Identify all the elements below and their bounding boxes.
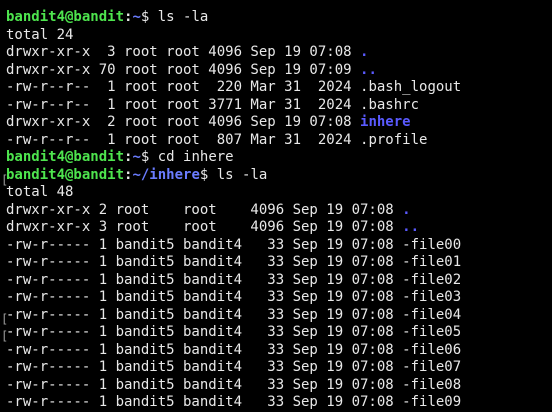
listing-name: ..	[360, 61, 377, 78]
listing-row: -rw-r--r-- 1 root root 220 Mar 31 2024 .…	[6, 79, 552, 97]
listing-meta: -rw-r--r-- 1 root root 3771 Mar 31 2024	[6, 96, 361, 113]
prompt-user-host: bandit4@bandit	[6, 9, 125, 25]
listing-meta: -rw-r----- 1 bandit5 bandit4 33 Sep 19 0…	[6, 271, 403, 288]
prompt-user-host: bandit4@bandit	[6, 149, 125, 165]
listing-meta: drwxr-xr-x 3 root root 4096 Sep 19 07:08	[6, 44, 361, 60]
listing-name: -file05	[402, 324, 462, 340]
listing-name: inhere	[360, 114, 411, 130]
prompt-line: bandit4@bandit:~/inhere$ ls -la	[6, 167, 552, 185]
listing-meta: -rw-r----- 1 bandit5 bandit4 33 Sep 19 0…	[6, 306, 403, 323]
listing-row: -rw-r----- 1 bandit5 bandit4 33 Sep 19 0…	[6, 289, 552, 307]
listing-row: -rw-r--r-- 1 root root 3771 Mar 31 2024 …	[6, 97, 552, 115]
total-line: total 24	[6, 26, 74, 43]
listing-name: .profile	[360, 131, 428, 148]
listing-meta: drwxr-xr-x 2 root root 4096 Sep 19 07:08	[6, 201, 403, 218]
command-text: ls -la	[157, 9, 209, 25]
listing-name: ..	[402, 219, 420, 235]
total-line: total 48	[6, 184, 74, 200]
listing-row: -rw-r----- 1 bandit5 bandit4 33 Sep 19 0…	[6, 237, 552, 255]
listing-meta: -rw-r----- 1 bandit5 bandit4 33 Sep 19 0…	[6, 341, 403, 358]
listing-meta: -rw-r----- 1 bandit5 bandit4 33 Sep 19 0…	[6, 289, 403, 305]
listing-meta: -rw-r----- 1 bandit5 bandit4 33 Sep 19 0…	[6, 324, 403, 340]
listing-row: -rw-r----- 1 bandit5 bandit4 33 Sep 19 0…	[6, 359, 552, 377]
listing-meta: -rw-r----- 1 bandit5 bandit4 33 Sep 19 0…	[6, 376, 403, 393]
listing-name: -file08	[402, 376, 462, 393]
listing-name: -file00	[402, 236, 462, 253]
listing-row: -rw-r----- 1 bandit5 bandit4 33 Sep 19 0…	[6, 307, 552, 325]
listing-row: -rw-r----- 1 bandit5 bandit4 33 Sep 19 0…	[6, 254, 552, 272]
listing-meta: -rw-r----- 1 bandit5 bandit4 33 Sep 19 0…	[6, 394, 403, 410]
listing-meta: drwxr-xr-x 70 root root 4096 Sep 19 07:0…	[6, 61, 361, 78]
listing-row: drwxr-xr-x 3 root root 4096 Sep 19 07:08…	[6, 219, 552, 237]
listing-name: .	[360, 44, 369, 60]
prompt-line: bandit4@bandit:~$ ls -la	[6, 9, 552, 27]
listing-row: -rw-r----- 1 bandit5 bandit4 33 Sep 19 0…	[6, 394, 552, 412]
listing-meta: -rw-r----- 1 bandit5 bandit4 33 Sep 19 0…	[6, 254, 403, 270]
listing-meta: -rw-r--r-- 1 root root 807 Mar 31 2024	[6, 131, 361, 148]
prompt-path: ~	[132, 9, 141, 25]
listing-name: .bashrc	[360, 96, 420, 113]
prompt-dollar: $	[140, 149, 158, 165]
listing-name: -file06	[402, 341, 462, 358]
listing-name: -file07	[402, 359, 462, 375]
prompt-path: ~	[132, 149, 141, 165]
command-text: cd inhere	[157, 149, 234, 165]
listing-row: -rw-r----- 1 bandit5 bandit4 33 Sep 19 0…	[6, 377, 552, 395]
listing-meta: -rw-r--r-- 1 root root 220 Mar 31 2024	[6, 79, 361, 95]
line-marker-icon: [	[1, 173, 9, 187]
listing-row: drwxr-xr-x 2 root root 4096 Sep 19 07:08…	[6, 114, 552, 132]
line-marker-icon: [	[1, 329, 9, 343]
listing-meta: -rw-r----- 1 bandit5 bandit4 33 Sep 19 0…	[6, 359, 403, 375]
listing-name: -file02	[402, 271, 462, 288]
prompt-dollar: $	[199, 166, 217, 183]
listing-name: .	[402, 201, 411, 218]
terminal-window[interactable]: bandit4@bandit:~$ ls -la total 24 drwxr-…	[0, 0, 552, 412]
listing-name: -file01	[402, 254, 462, 270]
listing-name: -file03	[402, 289, 462, 305]
listing-row: -rw-r----- 1 bandit5 bandit4 33 Sep 19 0…	[6, 324, 552, 342]
listing-name: .bash_logout	[360, 79, 462, 95]
listing-row: drwxr-xr-x 2 root root 4096 Sep 19 07:08…	[6, 202, 552, 220]
listing-row: drwxr-xr-x 3 root root 4096 Sep 19 07:08…	[6, 44, 552, 62]
listing-meta: drwxr-xr-x 3 root root 4096 Sep 19 07:08	[6, 219, 403, 235]
listing-meta: drwxr-xr-x 2 root root 4096 Sep 19 07:08	[6, 114, 361, 130]
listing-row: -rw-r----- 1 bandit5 bandit4 33 Sep 19 0…	[6, 342, 552, 360]
command-text: ls -la	[216, 166, 268, 183]
listing-meta: -rw-r----- 1 bandit5 bandit4 33 Sep 19 0…	[6, 236, 403, 253]
listing-row: -rw-r--r-- 1 root root 807 Mar 31 2024 .…	[6, 132, 552, 150]
line-marker-icon: [	[1, 312, 9, 326]
prompt-dollar: $	[140, 9, 158, 25]
listing-row: drwxr-xr-x 70 root root 4096 Sep 19 07:0…	[6, 62, 552, 80]
listing-row: -rw-r----- 1 bandit5 bandit4 33 Sep 19 0…	[6, 272, 552, 290]
prompt-line: bandit4@bandit:~$ cd inhere	[6, 149, 552, 167]
listing-name: -file09	[402, 394, 462, 410]
listing-name: -file04	[402, 306, 462, 323]
prompt-user-host: bandit4@bandit	[6, 166, 125, 183]
prompt-path: ~/inhere	[132, 166, 200, 183]
